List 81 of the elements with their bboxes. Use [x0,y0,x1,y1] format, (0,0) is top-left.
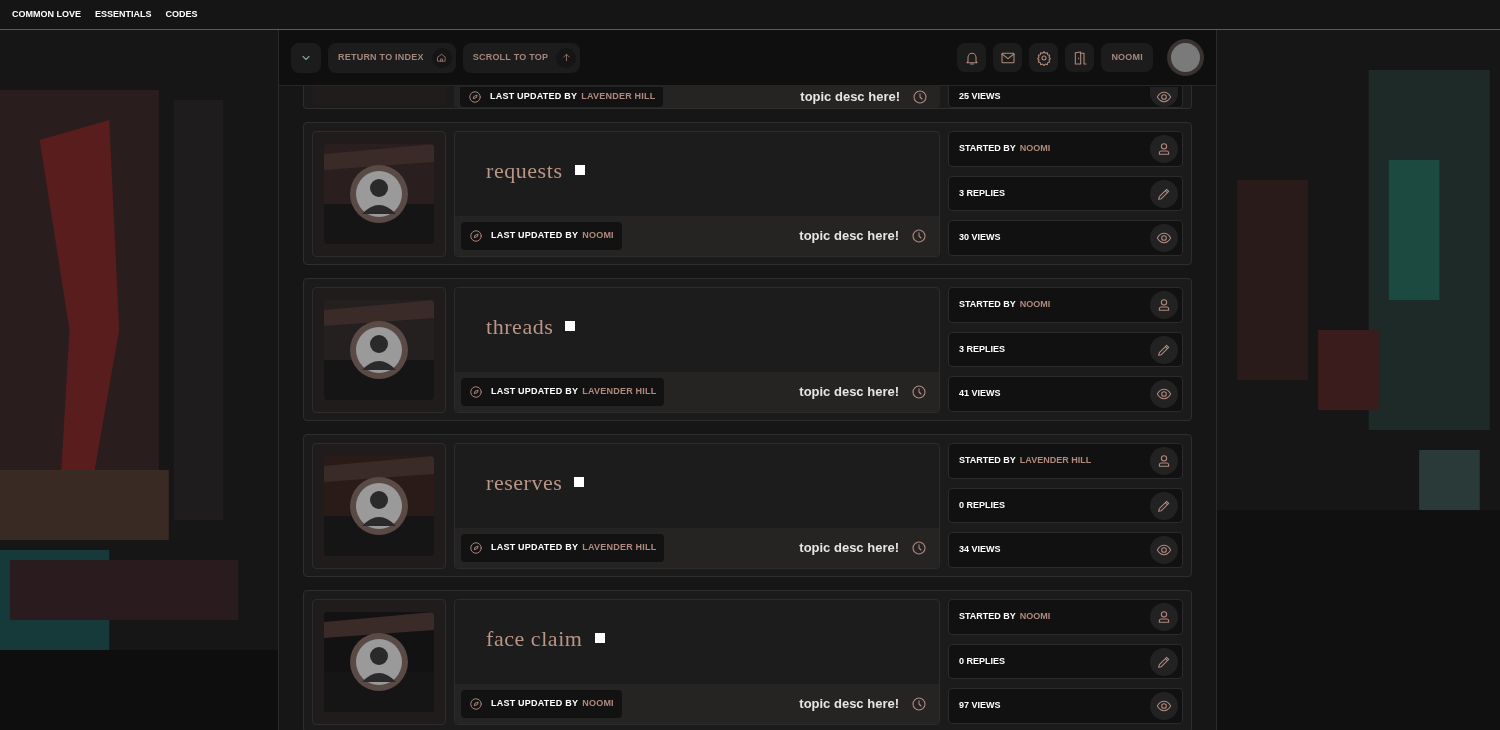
home-icon [436,52,448,63]
compass-icon [469,385,483,399]
pencil-button[interactable] [1150,335,1178,364]
started-by-label: STARTED BY [959,454,1016,468]
replies-count: 3 REPLIES [959,342,1005,356]
topic-title[interactable]: face claim [486,621,583,655]
started-by-label: STARTED BY [959,142,1016,156]
views-count: 34 VIEWS [959,543,1001,557]
nav-link[interactable]: CODES [165,7,198,22]
user-button[interactable]: NOOMI [1101,43,1153,72]
started-by-label: STARTED BY [959,610,1016,624]
clock-icon [911,384,927,400]
person-button[interactable] [1150,134,1178,163]
user-link[interactable]: LAVENDER HILL [1019,454,1092,468]
mail-button[interactable] [993,43,1023,72]
nav-link[interactable]: COMMON LOVE [12,7,81,22]
nav-link[interactable]: ESSENTIALS [95,7,152,22]
views-count: 97 VIEWS [959,699,1001,713]
pencil-button[interactable] [1150,647,1178,676]
person-icon [1156,296,1172,313]
user-link[interactable]: NOOMI [582,697,614,711]
clock-icon [911,228,927,244]
last-updated-label: LAST UPDATED BY [490,90,578,104]
replies-count: 0 REPLIES [959,654,1005,668]
door-button[interactable] [1065,43,1095,72]
square-icon [594,633,605,643]
person-button[interactable] [1150,602,1178,631]
compass-icon [469,541,483,555]
eye-button[interactable] [1150,86,1178,107]
last-updated-label: LAST UPDATED BY [491,541,579,555]
user-link[interactable]: LAVENDER HILL [582,541,657,555]
last-updated-label: LAST UPDATED BY [491,697,579,711]
compass-icon [469,229,483,243]
clock-icon [912,89,928,105]
replies-count: 0 REPLIES [959,498,1005,512]
eye-button[interactable] [1150,692,1178,721]
settings-icon [1035,49,1052,66]
topic-title[interactable]: reserves [486,465,563,499]
views-count: 25 VIEWS [959,89,1001,103]
topic-title[interactable]: threads [486,309,554,343]
user-link[interactable]: NOOMI [1019,610,1051,624]
clock-icon [911,696,927,712]
gear-button[interactable] [1029,43,1059,72]
views-count: 41 VIEWS [959,387,1001,401]
last-updated-label: LAST UPDATED BY [491,229,579,243]
topic-description: topic desc here! [799,539,899,558]
eye-button[interactable] [1150,224,1178,253]
compass-icon [469,697,483,711]
person-icon [1156,608,1172,625]
arrow-up-icon [560,52,572,63]
square-icon [574,165,585,175]
header-button[interactable]: RETURN TO INDEX [328,42,456,73]
compass-icon [468,90,482,104]
topic-description: topic desc here! [800,88,900,107]
last-updated-label: LAST UPDATED BY [491,385,579,399]
topic-title[interactable]: requests [486,153,563,187]
topic-description: topic desc here! [799,695,899,714]
eye-button[interactable] [1150,536,1178,565]
views-count: 30 VIEWS [959,231,1001,245]
user-link[interactable]: NOOMI [1019,142,1051,156]
user-link[interactable]: NOOMI [582,229,614,243]
eye-button[interactable] [1150,380,1178,409]
bell-button[interactable] [957,43,987,72]
topic-description: topic desc here! [799,383,899,402]
avatar[interactable] [1167,39,1204,76]
topic-description: topic desc here! [799,227,899,246]
pencil-button[interactable] [1150,491,1178,520]
person-icon [1156,140,1172,157]
clock-icon [911,540,927,556]
user-link[interactable]: LAVENDER HILL [582,385,657,399]
replies-count: 3 REPLIES [959,186,1005,200]
square-icon [574,477,585,487]
started-by-label: STARTED BY [959,298,1016,312]
pencil-button[interactable] [1150,179,1178,208]
user-link[interactable]: NOOMI [1019,298,1051,312]
person-button[interactable] [1150,290,1178,319]
user-link[interactable]: LAVENDER HILL [581,90,656,104]
person-button[interactable] [1150,446,1178,475]
header-button[interactable]: SCROLL TO TOP [462,42,581,73]
person-icon [1156,452,1172,469]
square-icon [565,321,576,331]
